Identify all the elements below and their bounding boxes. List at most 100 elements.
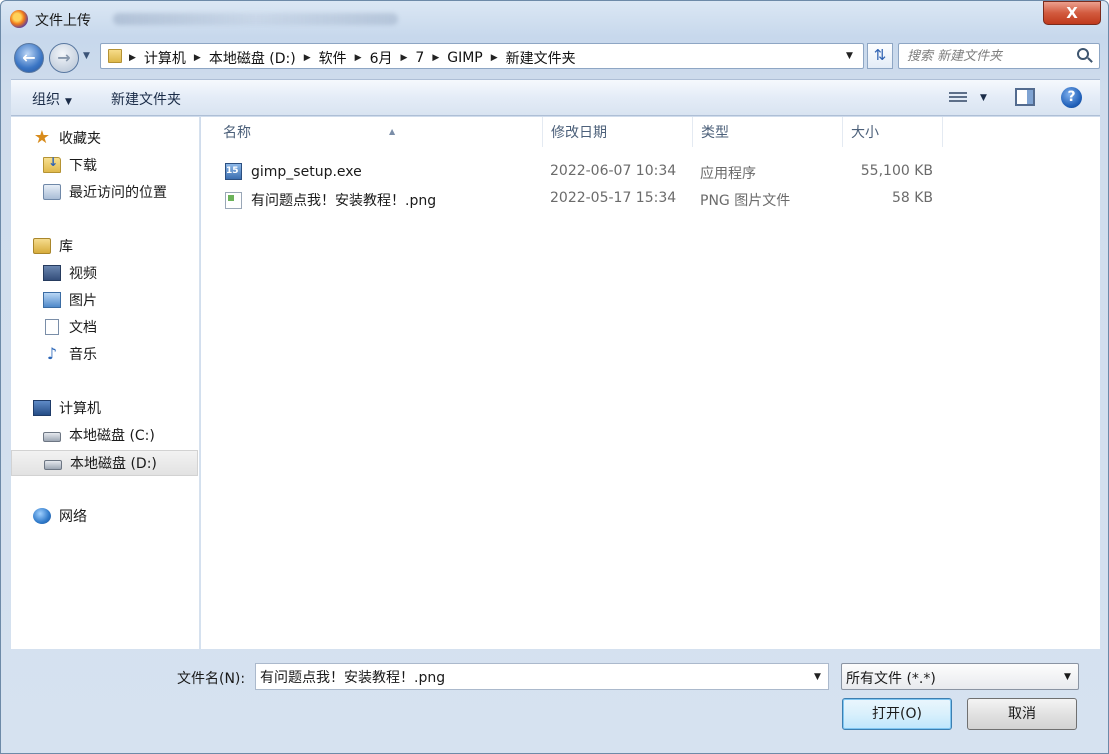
chevron-right-icon[interactable]: ▶ [192, 53, 203, 63]
file-type: PNG 图片文件 [700, 193, 791, 209]
sidebar-item-label: 下载 [69, 158, 97, 174]
sidebar-item-recent-places[interactable]: 最近访问的位置 [11, 179, 198, 205]
breadcrumb-item[interactable]: 6月 [364, 48, 399, 68]
breadcrumb-item[interactable]: GIMP [441, 50, 489, 66]
sidebar-item-videos[interactable]: 视频 [11, 260, 198, 286]
sidebar-item-drive-c[interactable]: 本地磁盘 (C:) [11, 422, 198, 448]
sidebar-item-label: 图片 [69, 293, 97, 309]
documents-library-icon [45, 319, 59, 335]
chevron-down-icon: ▼ [1064, 672, 1071, 682]
sidebar-item-computer[interactable]: 计算机 [11, 395, 198, 421]
sidebar-item-downloads[interactable]: 下载 [11, 152, 198, 178]
drive-c-icon [43, 432, 61, 442]
pictures-library-icon [43, 292, 61, 308]
file-modified: 2022-06-07 10:34 [550, 163, 677, 179]
table-row[interactable]: gimp_setup.exe 2022-06-07 10:34 应用程序 55,… [215, 159, 945, 184]
file-type: 应用程序 [700, 166, 756, 182]
sidebar-item-label: 库 [59, 239, 73, 255]
breadcrumb-item[interactable]: 计算机 [138, 48, 192, 68]
sidebar-item-drive-d[interactable]: 本地磁盘 (D:) [11, 450, 198, 476]
file-name: 有问题点我！安装教程！.png [251, 193, 437, 209]
music-library-icon: ♪ [46, 344, 58, 363]
png-icon [225, 191, 242, 209]
table-row[interactable]: 有问题点我！安装教程！.png 2022-05-17 15:34 PNG 图片文… [215, 186, 945, 211]
search-icon[interactable] [1077, 48, 1089, 60]
sidebar-item-label: 音乐 [69, 347, 97, 363]
open-button[interactable]: 打开(O) [842, 698, 952, 730]
preview-pane-icon[interactable] [1015, 88, 1035, 106]
history-dropdown-icon[interactable]: ▼ [83, 51, 90, 61]
drive-d-icon [44, 460, 62, 470]
sidebar-item-documents[interactable]: 文档 [11, 314, 198, 340]
organize-menu[interactable]: 组织 ▼ [32, 89, 72, 109]
recent-places-icon [43, 184, 61, 200]
chevron-right-icon[interactable]: ▶ [398, 53, 409, 63]
sidebar-item-favorites[interactable]: ★ 收藏夹 [11, 125, 198, 151]
filename-label: 文件名(N): [177, 671, 246, 687]
chevron-down-icon: ▼ [65, 97, 72, 107]
sidebar-item-pictures[interactable]: 图片 [11, 287, 198, 313]
exe-icon [225, 163, 242, 180]
sidebar-item-label: 本地磁盘 (D:) [70, 456, 157, 472]
star-icon: ★ [33, 127, 51, 148]
sidebar-item-label: 最近访问的位置 [69, 185, 167, 201]
search-box[interactable] [898, 43, 1100, 69]
breadcrumb: ▶ 计算机 ▶ 本地磁盘 (D:) ▶ 软件 ▶ 6月 ▶ 7 ▶ GIMP ▶… [127, 48, 582, 68]
chevron-right-icon[interactable]: ▶ [430, 53, 441, 63]
cancel-button[interactable]: 取消 [967, 698, 1077, 730]
computer-icon [33, 400, 51, 416]
address-dropdown-icon[interactable]: ▼ [846, 51, 853, 61]
sidebar-item-label: 网络 [59, 509, 87, 525]
view-dropdown-icon[interactable]: ▼ [980, 93, 987, 103]
blurred-title-text [113, 13, 398, 25]
sort-ascending-icon: ▲ [389, 127, 396, 136]
file-list: 名称 ▲ 修改日期 类型 大小 gimp_setup.exe 2022-06-0… [201, 117, 1100, 649]
sidebar-item-network[interactable]: 网络 [11, 503, 198, 529]
window-title: 文件上传 [35, 13, 91, 29]
breadcrumb-item[interactable]: 软件 [313, 48, 353, 68]
file-name-cell: gimp_setup.exe [225, 163, 362, 180]
network-icon [33, 508, 51, 524]
chevron-down-icon[interactable]: ▼ [814, 672, 821, 682]
title-bar[interactable]: 文件上传 X [1, 1, 1108, 37]
file-type-value: 所有文件 (*.*) [846, 671, 936, 687]
chevron-right-icon[interactable]: ▶ [127, 53, 138, 63]
view-options-icon[interactable] [949, 90, 967, 104]
refresh-button[interactable]: ⇅ [867, 43, 893, 69]
address-bar[interactable]: ▶ 计算机 ▶ 本地磁盘 (D:) ▶ 软件 ▶ 6月 ▶ 7 ▶ GIMP ▶… [100, 43, 864, 69]
help-icon[interactable]: ? [1061, 87, 1082, 108]
file-modified: 2022-05-17 15:34 [550, 190, 677, 206]
search-input[interactable] [907, 47, 1072, 65]
close-button[interactable]: X [1043, 1, 1101, 25]
sidebar-item-label: 视频 [69, 266, 97, 282]
chevron-right-icon[interactable]: ▶ [302, 53, 313, 63]
filename-input[interactable] [260, 667, 800, 686]
firefox-icon [10, 10, 28, 28]
filename-combobox[interactable]: ▼ [255, 663, 829, 690]
breadcrumb-item[interactable]: 本地磁盘 (D:) [203, 48, 302, 68]
column-header-size[interactable]: 大小 [843, 117, 943, 147]
chevron-right-icon[interactable]: ▶ [489, 53, 500, 63]
file-type-select[interactable]: 所有文件 (*.*) ▼ [841, 663, 1079, 690]
sidebar-item-music[interactable]: ♪ 音乐 [11, 341, 198, 367]
breadcrumb-item[interactable]: 7 [409, 50, 430, 66]
navigation-pane: ★ 收藏夹 下载 最近访问的位置 库 视频 图片 文档 ♪ 音乐 计算机 本地磁盘 … [11, 117, 200, 649]
video-library-icon [43, 265, 61, 281]
column-header-modified[interactable]: 修改日期 [543, 117, 693, 147]
file-size: 58 KB [891, 190, 933, 206]
file-name: gimp_setup.exe [251, 163, 362, 180]
column-header-label: 名称 [223, 125, 251, 141]
column-header-type[interactable]: 类型 [693, 117, 843, 147]
sidebar-item-libraries[interactable]: 库 [11, 233, 198, 259]
command-bar: 组织 ▼ 新建文件夹 ▼ ? [11, 79, 1100, 116]
sidebar-item-label: 本地磁盘 (C:) [69, 428, 155, 444]
column-header-name[interactable]: 名称 ▲ [215, 117, 543, 147]
forward-button[interactable]: → [49, 43, 79, 73]
folder-icon [108, 49, 122, 63]
chevron-right-icon[interactable]: ▶ [353, 53, 364, 63]
breadcrumb-item[interactable]: 新建文件夹 [500, 48, 582, 68]
sidebar-item-label: 文档 [69, 320, 97, 336]
downloads-folder-icon [43, 155, 61, 173]
back-button[interactable]: ← [14, 43, 44, 73]
new-folder-button[interactable]: 新建文件夹 [111, 89, 181, 109]
